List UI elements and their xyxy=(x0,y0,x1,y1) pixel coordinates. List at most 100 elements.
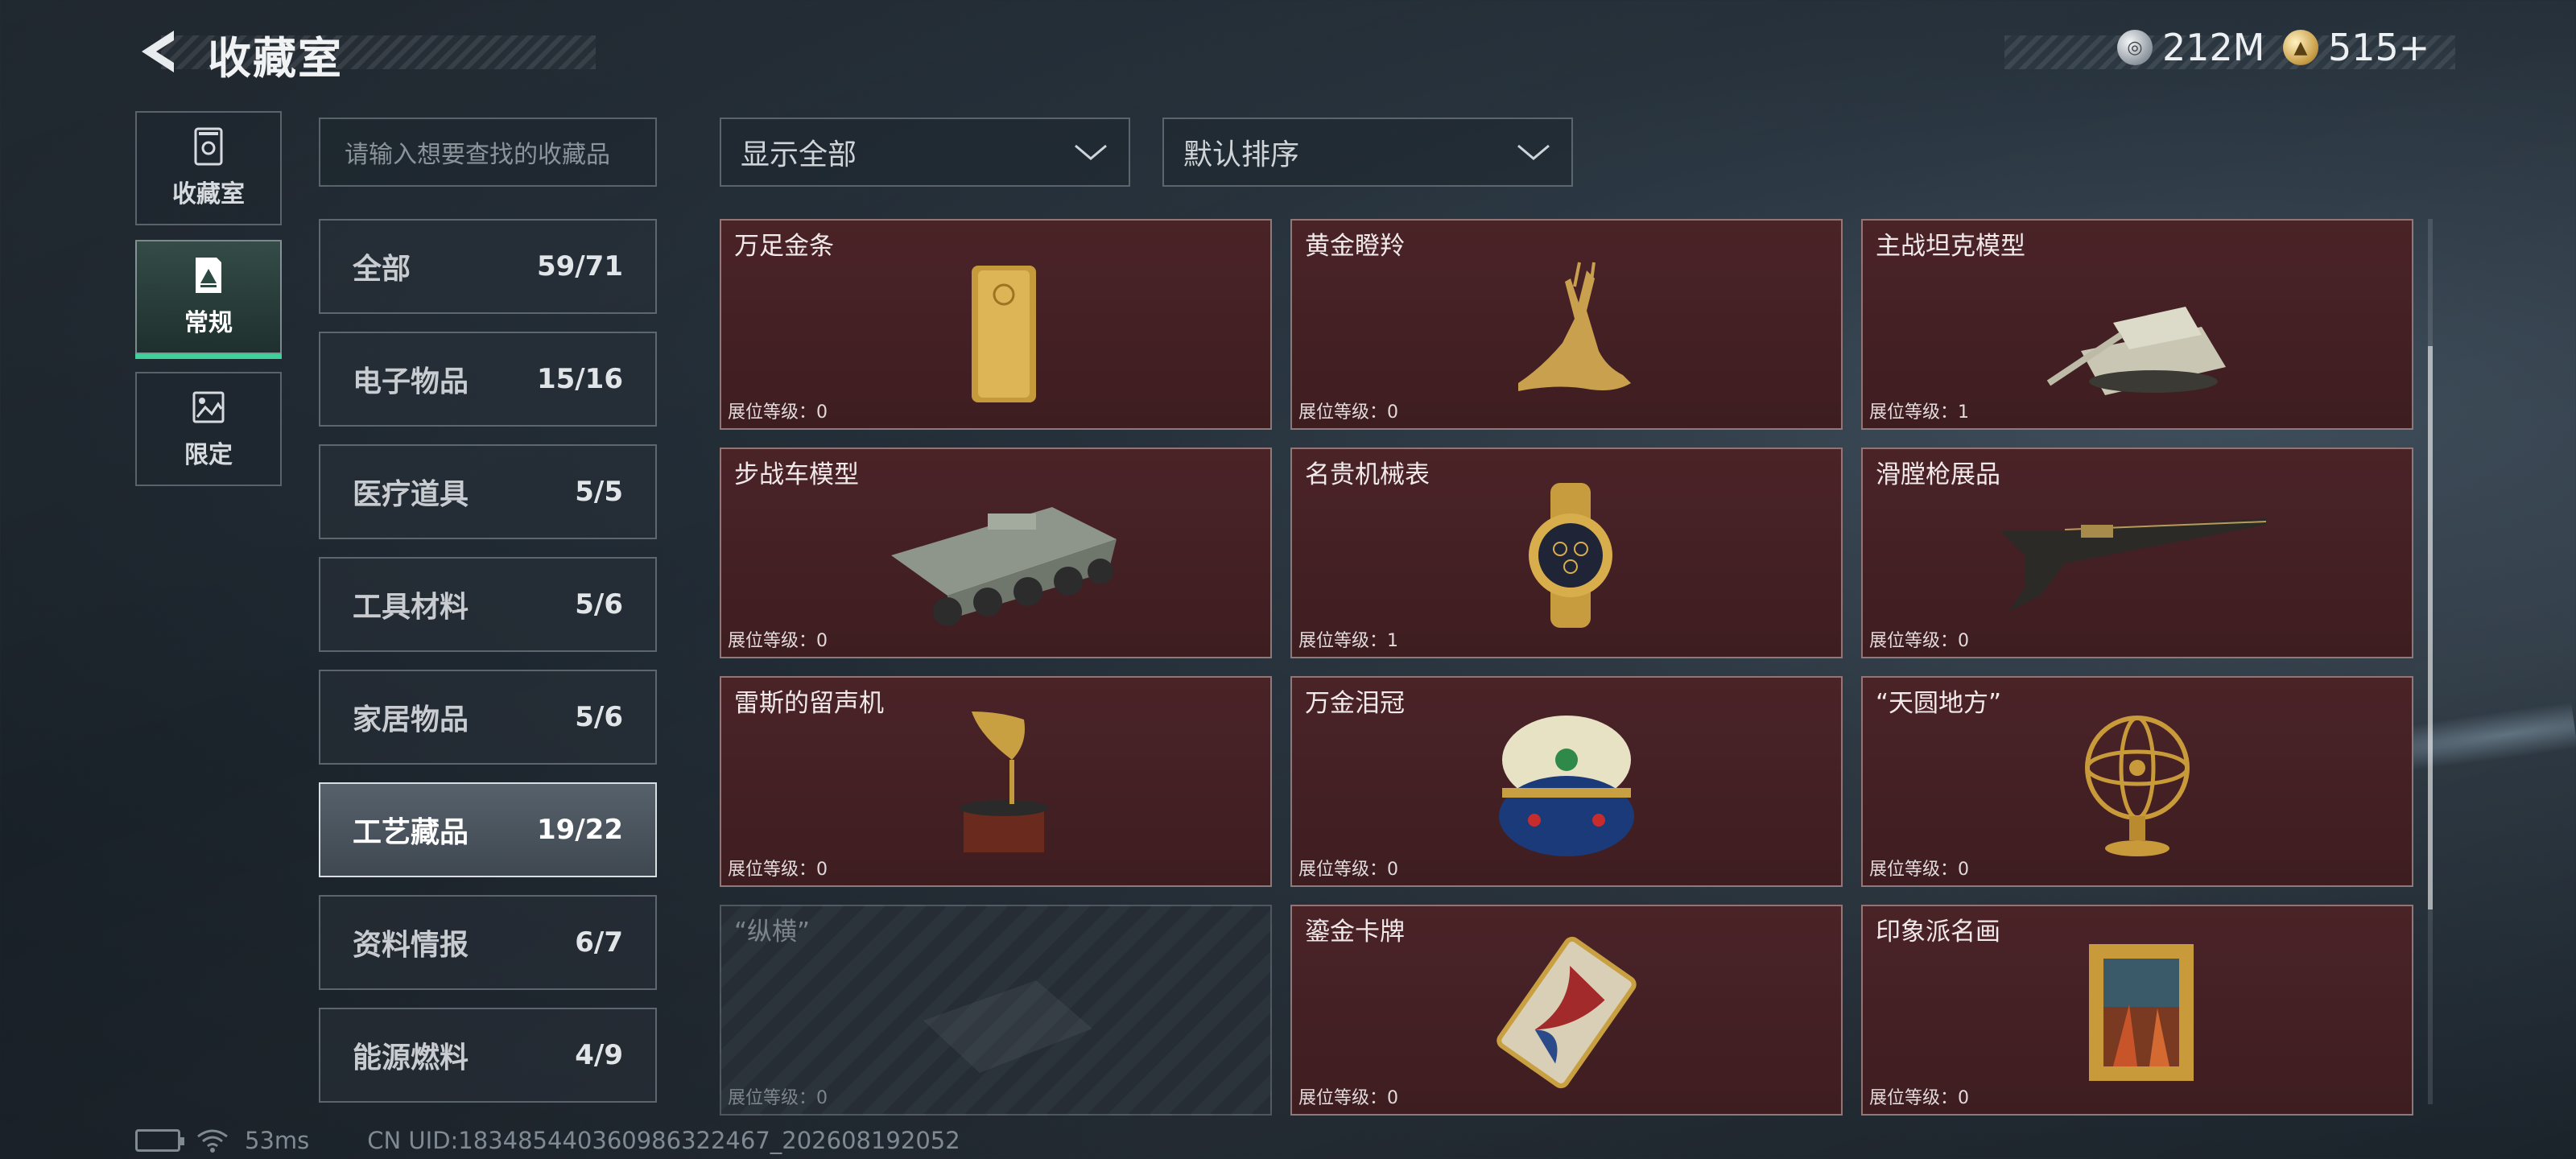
item-level: 展位等级：0 xyxy=(728,402,828,423)
item-level: 展位等级：0 xyxy=(1298,860,1399,880)
currency-silver-value: 212M xyxy=(2162,26,2265,69)
category-count: 5/6 xyxy=(575,701,623,733)
category-name: 工具材料 xyxy=(353,591,469,624)
category-household[interactable]: 家居物品 5/6 xyxy=(319,670,657,765)
nav-label: 常规 xyxy=(184,309,233,337)
ping-value: 53ms xyxy=(245,1127,310,1154)
scrollbar-thumb[interactable] xyxy=(2428,346,2433,909)
active-indicator xyxy=(135,354,282,359)
nav-regular[interactable]: 常规 xyxy=(135,240,282,359)
back-arrow-icon[interactable] xyxy=(135,27,180,76)
item-level: 展位等级：0 xyxy=(1869,631,1970,651)
item-name: 印象派名画 xyxy=(1876,918,2000,947)
item-name: “天圆地方” xyxy=(1876,689,2002,718)
uid-text: CN UID:18348544036098632246​7_2026081920… xyxy=(367,1127,960,1154)
category-all[interactable]: 全部 59/71 xyxy=(319,219,657,314)
musket-icon xyxy=(2000,518,2267,612)
collection-item-card[interactable]: 滑膛枪展品 展位等级：0 xyxy=(1861,448,2413,658)
page-title: 收藏室 xyxy=(208,33,343,84)
gramophone-icon xyxy=(960,711,1048,852)
item-level: 展位等级：0 xyxy=(1298,402,1399,423)
category-count: 6/7 xyxy=(575,926,623,959)
item-level: 展位等级：1 xyxy=(1298,631,1399,651)
wifi-icon xyxy=(197,1129,228,1153)
armillary-sphere-icon xyxy=(2085,716,2190,856)
category-name: 资料情报 xyxy=(353,929,469,962)
item-level: 展位等级：0 xyxy=(1869,1088,1970,1108)
search-input[interactable]: 请输入想要查找的收藏品 xyxy=(319,118,657,187)
category-count: 5/6 xyxy=(575,588,623,621)
category-name: 能源燃料 xyxy=(353,1041,469,1074)
currency-silver: ◎ 212M xyxy=(2117,26,2265,69)
nav-limited[interactable]: 限定 xyxy=(135,372,282,486)
display-frame-icon xyxy=(196,258,221,293)
category-name: 电子物品 xyxy=(353,365,469,398)
collection-item-card[interactable]: 万金泪冠 展位等级：0 xyxy=(1290,676,1843,887)
item-level: 展位等级：0 xyxy=(1869,860,1970,880)
category-name: 医疗道具 xyxy=(353,478,469,511)
collection-item-card[interactable]: 名贵机械表 展位等级：1 xyxy=(1290,448,1843,658)
currency-gold[interactable]: ▲ 515+ xyxy=(2283,26,2429,69)
filter-value: 显示全部 xyxy=(741,138,857,171)
gold-bar-icon xyxy=(972,266,1036,402)
filter-dropdown[interactable]: 显示全部 xyxy=(720,118,1130,187)
chessboard-icon xyxy=(923,980,1092,1073)
category-count: 15/16 xyxy=(536,363,623,395)
category-count: 5/5 xyxy=(575,476,623,508)
item-name: 万足金条 xyxy=(734,232,834,261)
category-intel[interactable]: 资料情报 6/7 xyxy=(319,895,657,990)
item-level: 展位等级：1 xyxy=(1869,402,1970,423)
collection-item-card[interactable]: 万足金条 展位等级：0 xyxy=(720,219,1272,430)
collection-item-card[interactable]: 印象派名画 展位等级：0 xyxy=(1861,905,2413,1116)
category-name: 工艺藏品 xyxy=(353,816,469,849)
item-name: 万金泪冠 xyxy=(1305,689,1405,718)
category-electronics[interactable]: 电子物品 15/16 xyxy=(319,332,657,427)
gold-coin-icon: ▲ xyxy=(2283,30,2318,65)
status-footer: 53ms CN UID:18348544036098632246​7_20260… xyxy=(135,1127,960,1154)
tank-model-icon xyxy=(2046,307,2226,395)
sort-dropdown[interactable]: 默认排序 xyxy=(1162,118,1573,187)
gilded-card-icon xyxy=(1496,936,1637,1089)
collection-item-card[interactable]: 鎏金卡牌 展位等级：0 xyxy=(1290,905,1843,1116)
limited-picture-icon xyxy=(192,391,225,423)
chevron-down-icon xyxy=(1517,144,1550,160)
item-level: 展位等级：0 xyxy=(728,631,828,651)
collection-item-card[interactable]: 雷斯的留声机 展位等级：0 xyxy=(720,676,1272,887)
watch-icon xyxy=(1529,483,1612,628)
nav-label: 收藏室 xyxy=(172,180,245,208)
collection-item-card[interactable]: 步战车模型 展位等级：0 xyxy=(720,448,1272,658)
ifv-model-icon xyxy=(891,507,1117,626)
nav-collection-room[interactable]: 收藏室 xyxy=(135,111,282,225)
trophy-case-icon xyxy=(194,127,223,166)
item-level: 展位等级：0 xyxy=(1298,1088,1399,1108)
currency-gold-value: 515+ xyxy=(2328,26,2430,69)
search-placeholder: 请输入想要查找的收藏品 xyxy=(345,141,610,169)
item-level: 展位等级：0 xyxy=(728,860,828,880)
category-medical[interactable]: 医疗道具 5/5 xyxy=(319,444,657,539)
golden-gazelle-icon xyxy=(1518,262,1631,391)
item-level: 展位等级：0 xyxy=(728,1088,828,1108)
category-crafts[interactable]: 工艺藏品 19/22 xyxy=(319,782,657,877)
collection-item-card[interactable]: “天圆地方” 展位等级：0 xyxy=(1861,676,2413,887)
category-name: 全部 xyxy=(353,253,411,286)
collection-item-card[interactable]: 黄金瞪羚 展位等级：0 xyxy=(1290,219,1843,430)
item-name: “纵横” xyxy=(734,918,811,947)
category-count: 19/22 xyxy=(536,814,623,846)
item-name: 黄金瞪羚 xyxy=(1305,232,1405,261)
item-name: 鎏金卡牌 xyxy=(1305,918,1405,947)
battery-icon xyxy=(135,1129,184,1152)
sort-value: 默认排序 xyxy=(1183,138,1300,171)
category-tools[interactable]: 工具材料 5/6 xyxy=(319,557,657,652)
category-name: 家居物品 xyxy=(353,703,469,736)
silver-coin-icon: ◎ xyxy=(2117,30,2153,65)
item-name: 名贵机械表 xyxy=(1305,460,1430,489)
collection-item-card[interactable]: 主战坦克模型 展位等级：1 xyxy=(1861,219,2413,430)
framed-painting-icon xyxy=(2089,944,2194,1081)
nav-label: 限定 xyxy=(184,441,233,469)
item-name: 步战车模型 xyxy=(734,460,859,489)
jeweled-egg-icon xyxy=(1499,716,1634,856)
collection-item-card-locked[interactable]: “纵横” 展位等级：0 xyxy=(720,905,1272,1116)
chevron-down-icon xyxy=(1075,144,1107,160)
category-energy[interactable]: 能源燃料 4/9 xyxy=(319,1008,657,1103)
category-count: 4/9 xyxy=(575,1039,623,1071)
